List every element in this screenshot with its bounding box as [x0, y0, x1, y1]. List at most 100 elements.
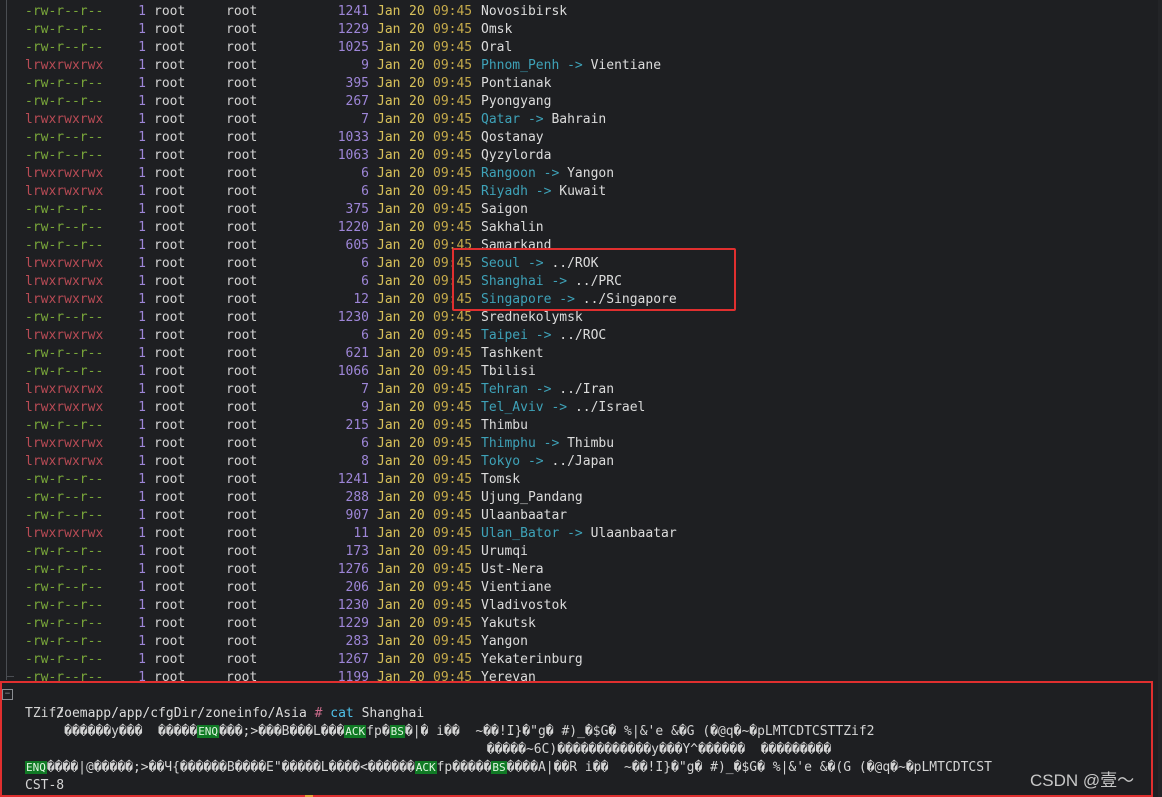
owner: root — [154, 508, 186, 523]
group: root — [226, 544, 258, 559]
file-name: Qostanay — [481, 130, 544, 145]
permissions: -rw-r--r-- — [25, 364, 104, 379]
month: Jan — [377, 490, 401, 505]
group: root — [226, 508, 258, 523]
time: 09:45 — [433, 58, 473, 73]
link-count: 1 — [138, 220, 146, 235]
day: 20 — [409, 166, 425, 181]
file-size: 206 — [345, 580, 369, 595]
time: 09:45 — [433, 562, 473, 577]
time: 09:45 — [433, 508, 473, 523]
link-count: 1 — [138, 166, 146, 181]
owner: root — [154, 112, 186, 127]
file-size: 6 — [361, 436, 369, 451]
permissions: -rw-r--r-- — [25, 22, 104, 37]
file-name: Rangoon -> Yangon — [481, 165, 614, 183]
month: Jan — [377, 364, 401, 379]
link-count: 1 — [138, 94, 146, 109]
group: root — [226, 526, 258, 541]
permissions: -rw-r--r-- — [25, 130, 104, 145]
listing-row: -rw-r--r-- 1 root root 206 Jan 20 09:45 Vientian… — [0, 579, 1162, 597]
scrollbar[interactable] — [1158, 0, 1162, 797]
file-name: Qatar -> Bahrain — [481, 111, 606, 129]
time: 09:45 — [433, 436, 473, 451]
file-size: 288 — [345, 490, 369, 505]
link-name: Phnom_Penh — [481, 58, 560, 73]
listing-row: -rw-r--r-- 1 root root 288 Jan 20 09:45 Ujung_Pa… — [0, 489, 1162, 507]
month: Jan — [377, 634, 401, 649]
file-size: 173 — [345, 544, 369, 559]
day: 20 — [409, 76, 425, 91]
month: Jan — [377, 544, 401, 559]
group: root — [226, 256, 258, 271]
listing-row: lrwxrwxrwx 1 root root 9 Jan 20 09:45 Phnom_Penh… — [0, 57, 1162, 75]
link-count: 1 — [138, 436, 146, 451]
file-name: Tbilisi — [481, 364, 536, 379]
time: 09:45 — [433, 76, 473, 91]
day: 20 — [409, 562, 425, 577]
owner: root — [154, 22, 186, 37]
month: Jan — [377, 202, 401, 217]
group: root — [226, 490, 258, 505]
listing-row: -rw-r--r-- 1 root root 1230 Jan 20 09:45 Srednek… — [0, 309, 1162, 327]
link-count: 1 — [138, 202, 146, 217]
group: root — [226, 166, 258, 181]
file-name: Yerevan — [481, 670, 536, 681]
permissions: -rw-r--r-- — [25, 652, 104, 667]
time: 09:45 — [433, 4, 473, 19]
day: 20 — [409, 436, 425, 451]
link-count: 1 — [138, 670, 146, 681]
listing-row: -rw-r--r-- 1 root root 1229 Jan 20 09:45 Omsk — [0, 21, 1162, 39]
link-count: 1 — [138, 292, 146, 307]
time: 09:45 — [433, 472, 473, 487]
time: 09:45 — [433, 652, 473, 667]
time: 09:45 — [433, 94, 473, 109]
listing-row: lrwxrwxrwx 1 root root 6 Jan 20 09:45 Taipei -> … — [0, 327, 1162, 345]
link-arrow: -> — [535, 184, 552, 199]
link-target: Yangon — [567, 166, 615, 181]
link-arrow: -> — [543, 166, 560, 181]
permissions: -rw-r--r-- — [25, 346, 104, 361]
day: 20 — [409, 526, 425, 541]
file-size: 605 — [345, 238, 369, 253]
file-name: Pyongyang — [481, 94, 552, 109]
link-target: Kuwait — [559, 184, 607, 199]
link-count: 1 — [138, 634, 146, 649]
day: 20 — [409, 112, 425, 127]
group: root — [226, 112, 258, 127]
permissions: lrwxrwxrwx — [25, 112, 104, 127]
link-count: 1 — [138, 652, 146, 667]
time: 09:45 — [433, 454, 473, 469]
link-count: 1 — [138, 40, 146, 55]
file-name: Tel_Aviv -> ../Israel — [481, 399, 645, 417]
month: Jan — [377, 184, 401, 199]
listing-row: lrwxrwxrwx 1 root root 11 Jan 20 09:45 Ulan_Bato… — [0, 525, 1162, 543]
link-count: 1 — [138, 346, 146, 361]
owner: root — [154, 526, 186, 541]
file-size: 6 — [361, 184, 369, 199]
permissions: -rw-r--r-- — [25, 490, 104, 505]
link-count: 1 — [138, 526, 146, 541]
permissions: -rw-r--r-- — [25, 472, 104, 487]
time: 09:45 — [433, 202, 473, 217]
month: Jan — [377, 76, 401, 91]
group: root — [226, 238, 258, 253]
group: root — [226, 94, 258, 109]
permissions: -rw-r--r-- — [25, 598, 104, 613]
file-size: 1230 — [337, 598, 369, 613]
file-size: 6 — [361, 256, 369, 271]
link-count: 1 — [138, 256, 146, 271]
file-name: Yakutsk — [481, 616, 536, 631]
time: 09:45 — [433, 526, 473, 541]
owner: root — [154, 400, 186, 415]
group: root — [226, 418, 258, 433]
time: 09:45 — [433, 400, 473, 415]
permissions: -rw-r--r-- — [25, 580, 104, 595]
permissions: lrwxrwxrwx — [25, 436, 104, 451]
group: root — [226, 562, 258, 577]
group: root — [226, 382, 258, 397]
group: root — [226, 472, 258, 487]
month: Jan — [377, 382, 401, 397]
owner: root — [154, 616, 186, 631]
link-target: ../Israel — [574, 400, 646, 415]
